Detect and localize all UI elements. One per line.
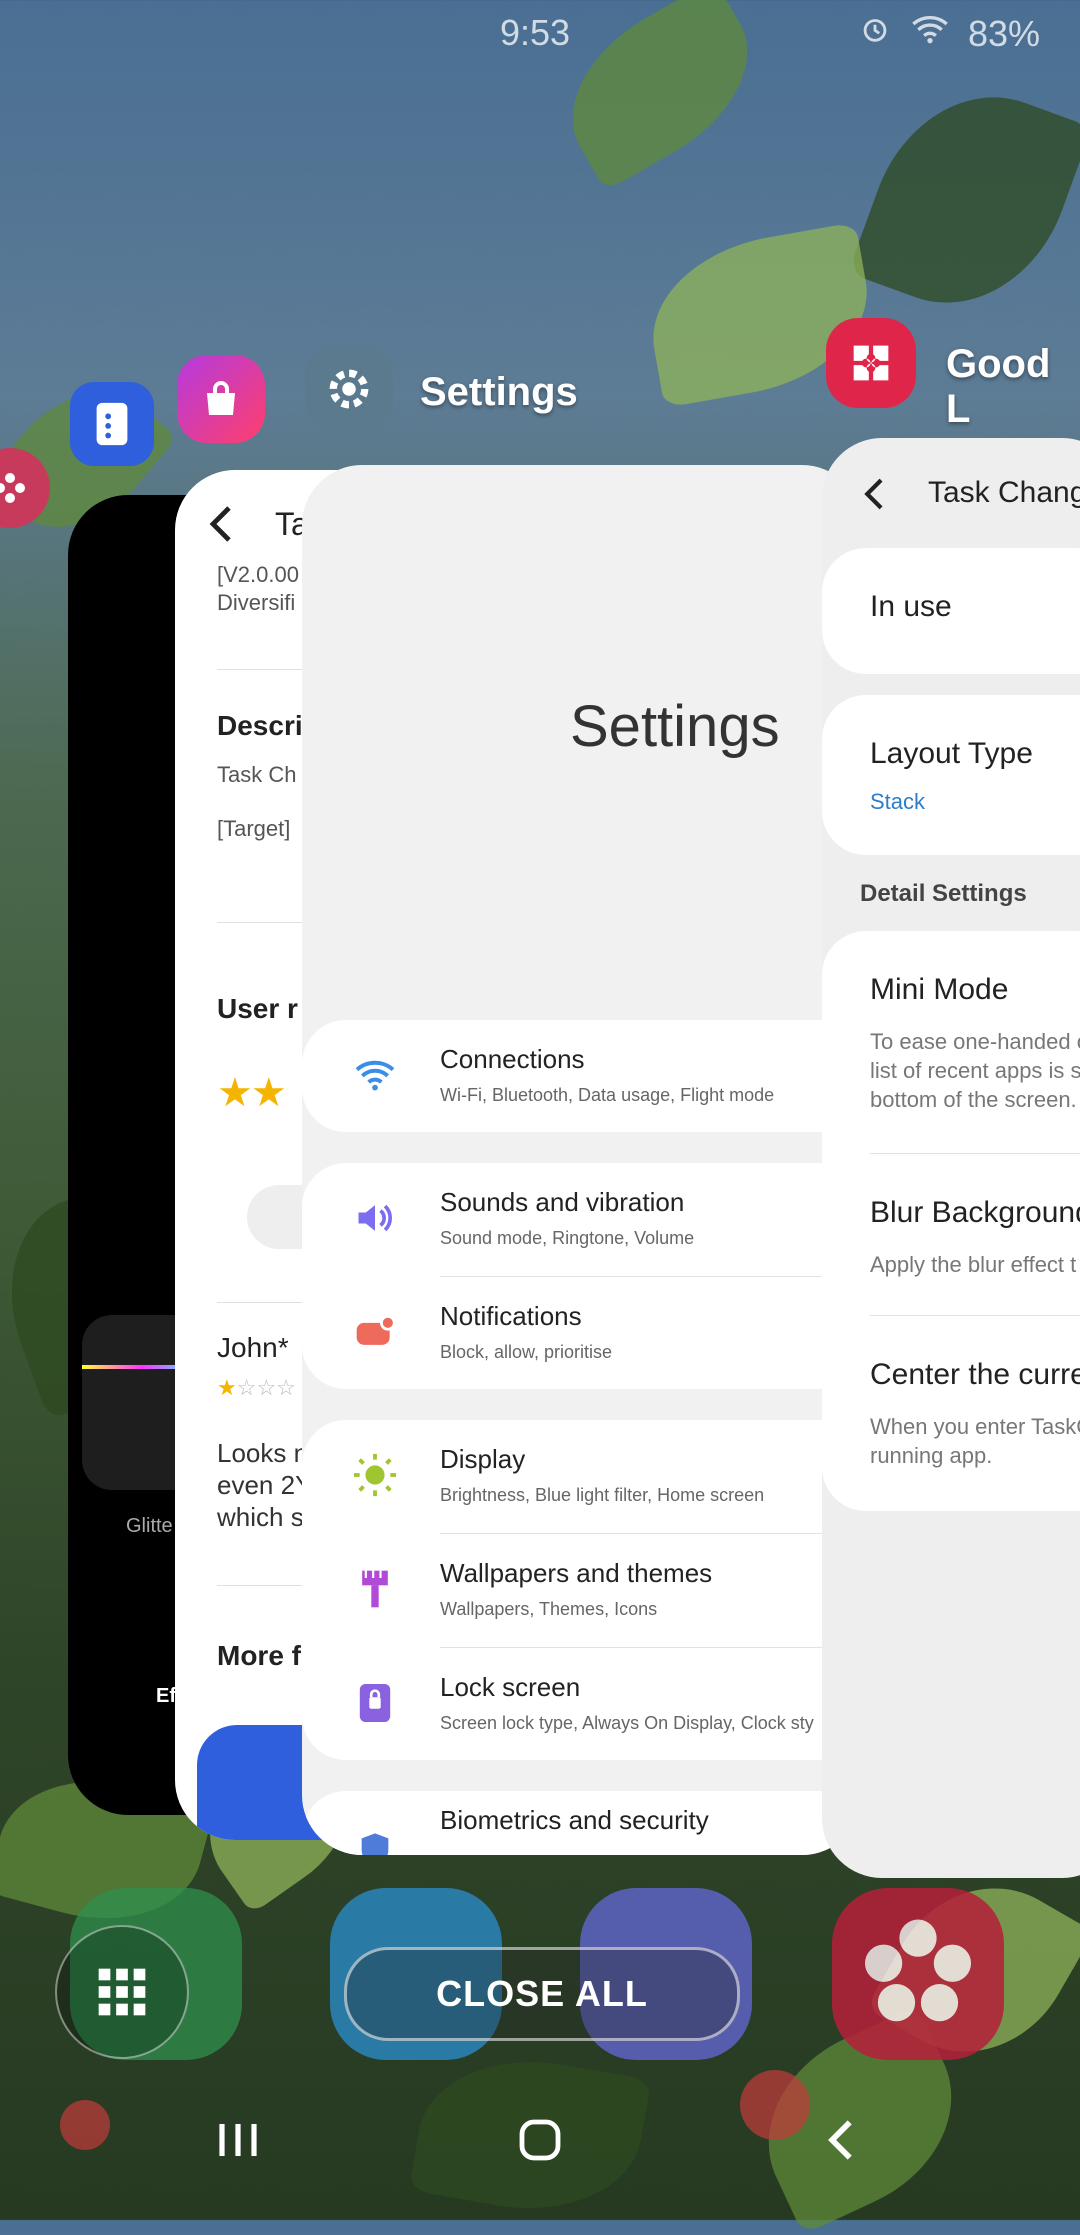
settings-item-wallpapers[interactable]: Wallpapers and themes Wallpapers, Themes… (302, 1534, 862, 1646)
layout-type-value: Stack (870, 789, 926, 814)
task-changer-app-icon[interactable] (70, 382, 154, 466)
settings-group-1: Connections Wi-Fi, Bluetooth, Data usage… (302, 1020, 862, 1132)
glitter-label: Glitte (126, 1515, 173, 1537)
galaxy-store-icon[interactable] (177, 355, 265, 443)
rating-stars: ★★ (217, 1071, 287, 1115)
apps-grid-button[interactable] (55, 1925, 189, 2059)
in-use-label: In use (870, 590, 952, 623)
settings-item-lock-screen[interactable]: Lock screen Screen lock type, Always On … (302, 1648, 862, 1760)
in-use-box[interactable]: In use (822, 548, 1080, 674)
notification-icon (350, 1307, 400, 1357)
center-current-row[interactable]: Center the curren When you enter TaskC r… (822, 1316, 1080, 1506)
brush-icon (350, 1564, 400, 1614)
recents-button[interactable] (198, 2100, 278, 2180)
blur-background-row[interactable]: Blur Background Apply the blur effect t (822, 1154, 1080, 1314)
review-line-3: which s (217, 1502, 304, 1532)
back-button[interactable] (802, 2100, 882, 2180)
target-text: [Target] (217, 816, 291, 841)
close-all-button[interactable]: CLOSE ALL (344, 1947, 740, 2041)
center-current-label: Center the curren (870, 1358, 1080, 1391)
pink-flower-app-icon[interactable] (0, 448, 50, 528)
current-app-label: Settings (420, 370, 578, 414)
reviews-heading: User r (217, 993, 298, 1024)
settings-item-sounds[interactable]: Sounds and vibration Sound mode, Rington… (302, 1163, 862, 1275)
layout-type-label: Layout Type (870, 737, 1033, 770)
status-bar: 9:53 83% (0, 0, 1080, 64)
good-lock-icon[interactable] (826, 318, 916, 408)
back-arrow-icon[interactable] (862, 476, 888, 517)
blur-background-label: Blur Background (870, 1196, 1080, 1229)
settings-gear-icon[interactable] (305, 345, 393, 433)
settings-item-biometrics[interactable]: Biometrics and security (302, 1791, 862, 1855)
sun-icon (350, 1450, 400, 1500)
effect-tab[interactable]: Ef (156, 1685, 176, 1708)
wifi-icon (350, 1050, 400, 1100)
volume-icon (350, 1193, 400, 1243)
back-arrow-icon[interactable] (207, 504, 237, 549)
alarm-icon (858, 12, 892, 55)
description-text: Task Ch (217, 762, 297, 787)
settings-app-card[interactable]: Settings Connections Wi-Fi, Bluetooth, D… (302, 465, 862, 1855)
battery-percent: 83% (967, 12, 1040, 54)
wifi-status-icon (910, 12, 950, 55)
settings-group-4: Biometrics and security (302, 1791, 862, 1855)
review-stars: ★☆☆☆ (217, 1375, 296, 1400)
detail-settings-box: Mini Mode To ease one-handed o list of r… (822, 931, 1080, 1511)
blossom-app-icon[interactable] (832, 1888, 1004, 2060)
mini-mode-row[interactable]: Mini Mode To ease one-handed o list of r… (822, 931, 1080, 1151)
settings-item-connections[interactable]: Connections Wi-Fi, Bluetooth, Data usage… (302, 1020, 862, 1132)
shield-icon (350, 1825, 400, 1855)
settings-big-title: Settings (570, 694, 780, 759)
category-text: Diversifi (217, 590, 296, 615)
reviewer-name: John* (217, 1332, 289, 1363)
version-text: [V2.0.00 (217, 562, 299, 587)
layout-type-box[interactable]: Layout Type Stack (822, 695, 1080, 855)
settings-group-2: Sounds and vibration Sound mode, Rington… (302, 1163, 862, 1389)
status-time: 9:53 (500, 12, 571, 53)
review-line-2: even 2Y (217, 1470, 313, 1500)
lock-icon (350, 1678, 400, 1728)
task-changer-card[interactable]: Task Change In use Layout Type Stack Det… (822, 438, 1080, 1878)
next-app-label: Good L (946, 342, 1051, 431)
settings-group-3: Display Brightness, Blue light filter, H… (302, 1420, 862, 1760)
settings-item-display[interactable]: Display Brightness, Blue light filter, H… (302, 1420, 862, 1532)
review-line-1: Looks n (217, 1438, 309, 1468)
description-heading: Descri (217, 710, 303, 741)
settings-item-notifications[interactable]: Notifications Block, allow, prioritise (302, 1277, 862, 1389)
home-button[interactable] (500, 2100, 580, 2180)
task-changer-title: Task Change (928, 476, 1080, 509)
more-heading: More f (217, 1640, 301, 1671)
navigation-bar (0, 2060, 1080, 2220)
mini-mode-label: Mini Mode (870, 973, 1009, 1006)
detail-settings-header: Detail Settings (860, 880, 1027, 907)
